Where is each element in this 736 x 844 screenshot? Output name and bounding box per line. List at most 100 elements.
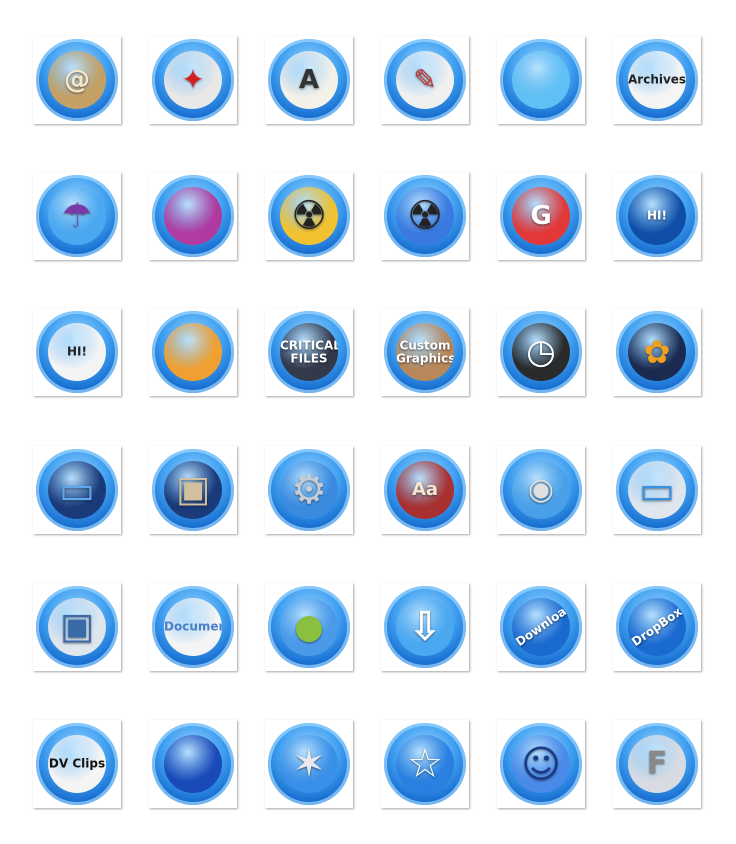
icon-face: ☂ bbox=[48, 187, 106, 245]
icon-face: HI! bbox=[628, 187, 686, 245]
icon-face: DropBox bbox=[628, 598, 686, 656]
icon-face: ☢ bbox=[396, 187, 454, 245]
document-icon: Document bbox=[152, 586, 234, 668]
archives-clock-icon: Archives bbox=[616, 39, 698, 121]
radiation-yellow-icon: ☢ bbox=[268, 175, 350, 257]
icon-caption: Downloads bbox=[513, 598, 570, 650]
umbrella-icon: ☂ bbox=[36, 175, 118, 257]
icon-glyph: A bbox=[298, 65, 320, 95]
icon-caption: Archives bbox=[628, 72, 686, 87]
hi-bubble-blue-icon: HI! bbox=[616, 175, 698, 257]
icon-tile-gmail-card[interactable]: G bbox=[497, 172, 585, 260]
icon-tile-custom-graphics[interactable]: Custom Graphics bbox=[381, 308, 469, 396]
photo-frame-icon: ✿ bbox=[616, 311, 698, 393]
silver-star-six-icon: ✶ bbox=[268, 723, 350, 805]
icon-face: Aa bbox=[396, 461, 454, 519]
icon-caption: DV Clips bbox=[48, 756, 106, 771]
icon-caption: CRITICAL FILES bbox=[280, 338, 338, 365]
icon-tile-blank-pink[interactable] bbox=[149, 172, 237, 260]
blue-cat-icon bbox=[152, 723, 234, 805]
icon-tile-pencil-cup[interactable]: ✎ bbox=[381, 36, 469, 124]
pencil-cup-icon: ✎ bbox=[384, 39, 466, 121]
icon-tile-finder[interactable]: ☺ bbox=[497, 720, 585, 808]
icon-glyph: ◉ bbox=[527, 472, 555, 507]
icon-glyph: ✦ bbox=[181, 63, 205, 96]
icon-glyph: @ bbox=[64, 65, 90, 95]
dictionary-icon: Aa bbox=[384, 449, 466, 531]
icon-face bbox=[164, 187, 222, 245]
icon-tile-apple-rainbow[interactable] bbox=[149, 308, 237, 396]
icon-glyph: ⇩ bbox=[408, 604, 442, 650]
icon-tile-archives-clock[interactable]: Archives bbox=[613, 36, 701, 124]
icon-glyph: ☢ bbox=[407, 193, 443, 239]
icon-tile-address-book[interactable]: @ bbox=[33, 36, 121, 124]
green-apples-icon: ● bbox=[268, 586, 350, 668]
icon-glyph: ☢ bbox=[291, 193, 327, 239]
icon-tile-blue-cat[interactable] bbox=[149, 720, 237, 808]
icon-tile-smile-dvd[interactable]: ◉ bbox=[497, 446, 585, 534]
icon-tile-document[interactable]: Document bbox=[149, 583, 237, 671]
icon-tile-photo-frame[interactable]: ✿ bbox=[613, 308, 701, 396]
dropbox-icon: DropBox bbox=[616, 586, 698, 668]
download-arrow-icon: ⇩ bbox=[384, 586, 466, 668]
icon-tile-dictionary[interactable]: Aa bbox=[381, 446, 469, 534]
blank-blue-icon bbox=[500, 39, 582, 121]
icon-tile-downloads[interactable]: Downloads bbox=[497, 583, 585, 671]
icon-tile-umbrella[interactable]: ☂ bbox=[33, 172, 121, 260]
icon-tile-font-file[interactable]: F bbox=[613, 720, 701, 808]
icon-face bbox=[512, 51, 570, 109]
icon-face: ☆ bbox=[396, 735, 454, 793]
finder-icon: ☺ bbox=[500, 723, 582, 805]
icon-tile-blank-blue[interactable] bbox=[497, 36, 585, 124]
icon-tile-text-edit[interactable]: A bbox=[265, 36, 353, 124]
icon-glyph: ● bbox=[294, 607, 324, 647]
icon-tile-hi-bubble-white[interactable]: HI! bbox=[33, 308, 121, 396]
icon-tile-radiation-yellow[interactable]: ☢ bbox=[265, 172, 353, 260]
icon-tile-star-outline[interactable]: ☆ bbox=[381, 720, 469, 808]
icon-tile-silver-star-six[interactable]: ✶ bbox=[265, 720, 353, 808]
icon-glyph: ✎ bbox=[413, 63, 437, 96]
icon-tile-display-blue[interactable]: ▭ bbox=[33, 446, 121, 534]
icon-tile-display-photos[interactable]: ▣ bbox=[149, 446, 237, 534]
downloads-icon: Downloads bbox=[500, 586, 582, 668]
icon-tile-imac-photos[interactable]: ▣ bbox=[33, 583, 121, 671]
icon-tile-download-arrow[interactable]: ⇩ bbox=[381, 583, 469, 671]
icon-face: ✿ bbox=[628, 323, 686, 381]
icon-glyph: ◷ bbox=[526, 332, 556, 372]
icon-glyph: ✶ bbox=[292, 741, 326, 787]
gears-icon: ⚙ bbox=[268, 449, 350, 531]
icon-tile-acrobat[interactable]: ✦ bbox=[149, 36, 237, 124]
icon-tile-radiation-blue[interactable]: ☢ bbox=[381, 172, 469, 260]
icon-tile-dropbox[interactable]: DropBox bbox=[613, 583, 701, 671]
icon-caption: DropBox bbox=[629, 604, 685, 650]
icon-face: ✦ bbox=[164, 51, 222, 109]
icon-caption: HI! bbox=[647, 208, 667, 223]
hi-bubble-white-icon: HI! bbox=[36, 311, 118, 393]
icon-face: @ bbox=[48, 51, 106, 109]
icon-face: Custom Graphics bbox=[396, 323, 454, 381]
icon-face: Downloads bbox=[512, 598, 570, 656]
icon-tile-dashboard[interactable]: ◷ bbox=[497, 308, 585, 396]
icon-glyph: ⚙ bbox=[291, 467, 327, 513]
icon-face: HI! bbox=[48, 323, 106, 381]
icon-glyph: ▣ bbox=[59, 606, 94, 647]
icon-glyph: G bbox=[530, 201, 552, 231]
imac-photos-icon: ▣ bbox=[36, 586, 118, 668]
icon-tile-gears[interactable]: ⚙ bbox=[265, 446, 353, 534]
display-blue-icon: ▭ bbox=[36, 449, 118, 531]
icon-glyph: ✿ bbox=[643, 333, 671, 371]
icon-tile-dv-clips[interactable]: DV Clips bbox=[33, 720, 121, 808]
icon-glyph: ☺ bbox=[521, 742, 561, 786]
icon-face: F bbox=[628, 735, 686, 793]
icon-face: ☢ bbox=[280, 187, 338, 245]
icon-face: Archives bbox=[628, 51, 686, 109]
icon-tile-critical-files[interactable]: CRITICAL FILES bbox=[265, 308, 353, 396]
icon-face: DV Clips bbox=[48, 735, 106, 793]
radiation-blue-icon: ☢ bbox=[384, 175, 466, 257]
icon-tile-green-apples[interactable]: ● bbox=[265, 583, 353, 671]
icon-tile-imac-display[interactable]: ▭ bbox=[613, 446, 701, 534]
icon-face: G bbox=[512, 187, 570, 245]
icon-caption: Document bbox=[164, 619, 222, 634]
icon-glyph: ▭ bbox=[639, 468, 675, 512]
icon-tile-hi-bubble-blue[interactable]: HI! bbox=[613, 172, 701, 260]
